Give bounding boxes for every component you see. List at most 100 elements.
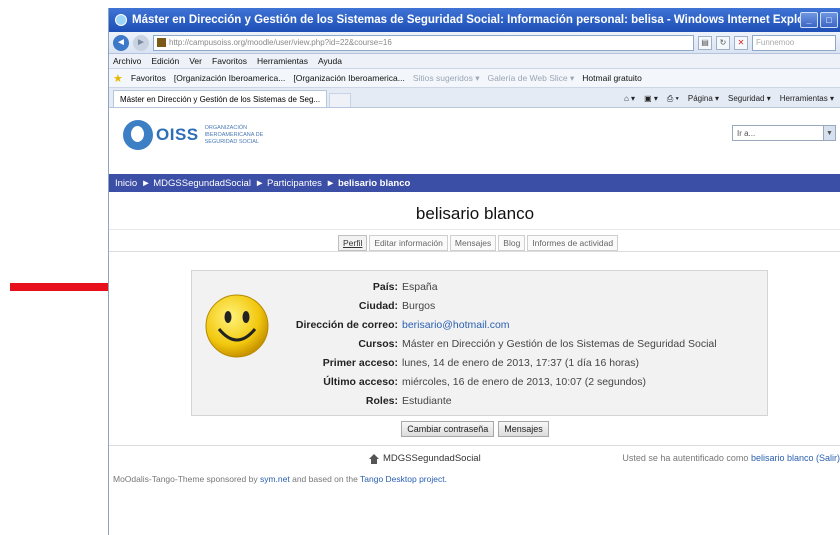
new-tab-button[interactable] xyxy=(329,93,352,107)
security-menu[interactable]: Seguridad ▾ xyxy=(728,94,771,103)
field-value: Estudiante xyxy=(402,395,452,407)
breadcrumb-course[interactable]: ► MDGSSegundadSocial xyxy=(141,178,251,189)
messages-button[interactable]: Mensajes xyxy=(498,421,549,437)
breadcrumb: Inicio ► MDGSSegundadSocial ► Participan… xyxy=(109,174,840,192)
tab-mensajes[interactable]: Mensajes xyxy=(449,235,497,251)
footer-home-link[interactable]: MDGSSegundadSocial xyxy=(369,453,481,464)
favorite-link-1[interactable]: [Organización Iberoamerica... xyxy=(174,73,286,83)
back-button[interactable]: ◄ xyxy=(113,34,129,51)
field-value: lunes, 14 de enero de 2013, 17:37 (1 día… xyxy=(402,357,640,369)
jump-to-select[interactable]: Ir a... ▼ xyxy=(732,125,836,141)
menu-item-archivo[interactable]: Archivo xyxy=(113,56,141,66)
url-text: http://campusoiss.org/moodle/user/view.p… xyxy=(169,38,392,47)
menu-item-ayuda[interactable]: Ayuda xyxy=(318,56,342,66)
field-label: Dirección de correo: xyxy=(295,319,398,331)
field-row-ultimo-acceso: Último acceso: miércoles, 16 de enero de… xyxy=(192,376,769,388)
window-title: Máster en Dirección y Gestión de los Sis… xyxy=(132,14,800,26)
favorites-star-icon: ★ xyxy=(113,72,123,85)
tab-perfil[interactable]: Perfil xyxy=(338,235,368,251)
menu-bar: Archivo Edición Ver Favoritos Herramient… xyxy=(109,54,840,69)
credits-link-symnet[interactable]: sym.net xyxy=(260,474,290,484)
menu-item-favoritos[interactable]: Favoritos xyxy=(212,56,247,66)
field-value: Máster en Dirección y Gestión de los Sis… xyxy=(402,338,717,350)
site-logo[interactable]: OISS ORGANIZACIÓN IBEROAMERICANA DE SEGU… xyxy=(123,120,295,150)
favorites-bar: ★ Favoritos [Organización Iberoamerica..… xyxy=(109,69,840,88)
feeds-command-icon[interactable]: ▣ ▾ xyxy=(644,94,658,103)
field-label: Cursos: xyxy=(358,338,398,350)
logout-link[interactable]: (Salir) xyxy=(816,453,840,463)
logo-subtitle: ORGANIZACIÓN IBEROAMERICANA DE SEGURIDAD… xyxy=(204,124,264,145)
page-title: belisario blanco xyxy=(415,204,535,223)
menu-item-herramientas[interactable]: Herramientas xyxy=(257,56,308,66)
breadcrumb-home[interactable]: Inicio xyxy=(115,178,137,189)
command-bar: ⌂ ▾ ▣ ▾ ⎙ ▾ Página ▾ Seguridad ▾ Herrami… xyxy=(624,90,840,107)
refresh-icon[interactable]: ↻ xyxy=(716,35,730,50)
print-command-icon[interactable]: ⎙ ▾ xyxy=(667,94,679,104)
email-link[interactable]: berisario@hotmail.com xyxy=(402,319,510,331)
home-command-icon[interactable]: ⌂ ▾ xyxy=(624,94,635,103)
login-prefix: Usted se ha autentificado como xyxy=(622,453,749,463)
credits-link-tango[interactable]: Tango Desktop project. xyxy=(360,474,447,484)
credits-middle: and based on the xyxy=(292,474,358,484)
footer-divider xyxy=(109,445,840,446)
field-label: Roles: xyxy=(365,395,398,407)
profile-buttons: Cambiar contraseña Mensajes xyxy=(109,421,840,437)
field-label: País: xyxy=(372,281,398,293)
field-label: Último acceso: xyxy=(323,376,398,388)
theme-credits: MoOdalis-Tango-Theme sponsored by sym.ne… xyxy=(113,474,447,484)
stop-icon[interactable]: ✕ xyxy=(734,35,748,50)
profile-tabs: Perfil Editar información Mensajes Blog … xyxy=(338,235,620,251)
favorite-link-2[interactable]: [Organización Iberoamerica... xyxy=(293,73,405,83)
field-row-ciudad: Ciudad: Burgos xyxy=(192,300,769,312)
address-bar: ◄ ► http://campusoiss.org/moodle/user/vi… xyxy=(109,32,840,54)
field-row-roles: Roles: Estudiante xyxy=(192,395,769,407)
hotmail-link[interactable]: Hotmail gratuito xyxy=(582,73,642,83)
browser-tab-label: Máster en Dirección y Gestión de los Sis… xyxy=(120,94,321,104)
credits-prefix: MoOdalis-Tango-Theme sponsored by xyxy=(113,474,258,484)
jump-select-value: Ir a... xyxy=(737,128,756,138)
web-slice-gallery-link[interactable]: Galería de Web Slice ▾ xyxy=(487,73,574,84)
compatibility-icon[interactable]: ▤ xyxy=(698,35,712,50)
tabs-divider xyxy=(109,251,840,252)
breadcrumb-participants[interactable]: ► Participantes xyxy=(255,178,322,189)
favorites-button[interactable]: Favoritos xyxy=(131,73,166,83)
login-user-link[interactable]: belisario blanco xyxy=(751,453,814,463)
tools-menu[interactable]: Herramientas ▾ xyxy=(780,94,834,103)
login-info: Usted se ha autentificado como belisario… xyxy=(622,453,840,463)
url-input[interactable]: http://campusoiss.org/moodle/user/view.p… xyxy=(153,34,694,51)
page-menu[interactable]: Página ▾ xyxy=(688,94,719,103)
field-value: miércoles, 16 de enero de 2013, 10:07 (2… xyxy=(402,376,646,388)
field-row-cursos: Cursos: Máster en Dirección y Gestión de… xyxy=(192,338,769,350)
chevron-down-icon: ▼ xyxy=(823,126,835,140)
field-label: Primer acceso: xyxy=(322,357,398,369)
field-label: Ciudad: xyxy=(358,300,398,312)
tab-informes-actividad[interactable]: Informes de actividad xyxy=(527,235,619,251)
field-row-correo: Dirección de correo: berisario@hotmail.c… xyxy=(192,319,769,331)
oiss-logo-icon xyxy=(123,120,153,150)
maximize-button[interactable]: □ xyxy=(820,12,838,28)
divider xyxy=(109,229,840,230)
tab-blog[interactable]: Blog xyxy=(498,235,526,251)
browser-tab-active[interactable]: Máster en Dirección y Gestión de los Sis… xyxy=(113,90,328,107)
browser-window: Máster en Dirección y Gestión de los Sis… xyxy=(108,8,840,535)
forward-button[interactable]: ► xyxy=(133,34,149,51)
footer-home-label: MDGSSegundadSocial xyxy=(383,453,481,464)
home-icon xyxy=(369,453,379,464)
menu-item-edicion[interactable]: Edición xyxy=(151,56,179,66)
search-placeholder: Funnemoo xyxy=(756,38,795,47)
site-favicon xyxy=(157,38,166,47)
minimize-button[interactable]: _ xyxy=(800,12,818,28)
tab-editar-informacion[interactable]: Editar información xyxy=(369,235,448,251)
change-password-button[interactable]: Cambiar contraseña xyxy=(401,421,495,437)
field-value: Burgos xyxy=(402,300,436,312)
search-input[interactable]: Funnemoo xyxy=(752,34,836,51)
field-row-pais: País: España xyxy=(192,281,769,293)
field-value: España xyxy=(402,281,438,293)
suggested-sites-link[interactable]: Sitios sugeridos ▾ xyxy=(413,73,480,84)
menu-item-ver[interactable]: Ver xyxy=(189,56,202,66)
logo-text: OISS xyxy=(156,125,199,144)
screenshot-stage: Máster en Dirección y Gestión de los Sis… xyxy=(0,0,840,535)
ie-logo-icon xyxy=(115,14,127,26)
window-titlebar: Máster en Dirección y Gestión de los Sis… xyxy=(109,8,840,32)
breadcrumb-current: ► belisario blanco xyxy=(325,177,411,189)
